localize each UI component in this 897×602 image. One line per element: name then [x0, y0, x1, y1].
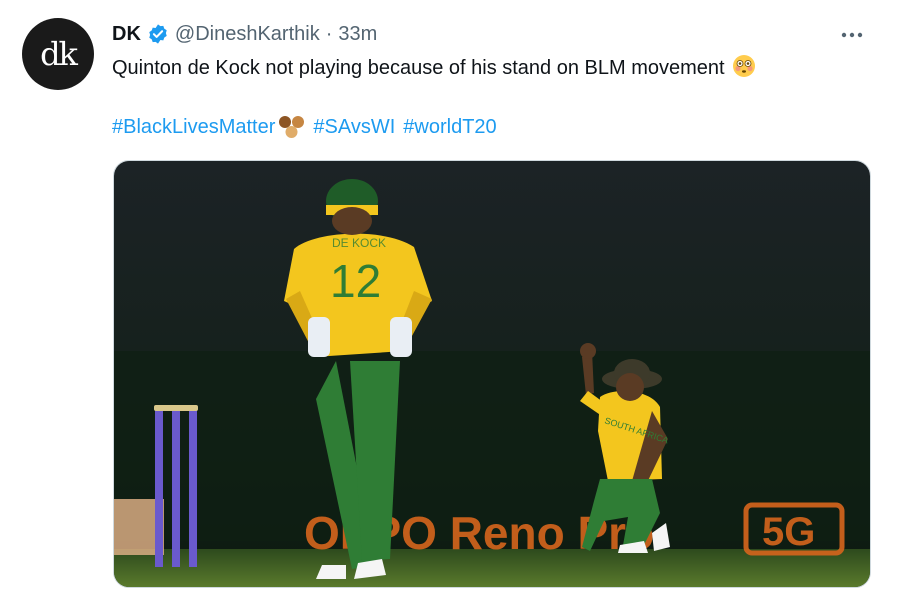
- tweet-photo[interactable]: OPPO Reno Pro 5G DE KOCK 12 SOUTH AFRICA: [113, 160, 871, 588]
- sponsor-5g-text: 5G: [762, 510, 815, 554]
- author-name[interactable]: DK: [112, 23, 141, 46]
- tweet-timestamp[interactable]: 33m: [338, 23, 377, 46]
- hashtag-worldt20[interactable]: #worldT20: [403, 112, 496, 142]
- hashtag-blacklivesmatter[interactable]: #BlackLivesMatter: [112, 112, 275, 142]
- hashtag-row: #BlackLivesMatter #SAvsWI #worldT20: [112, 112, 497, 142]
- hashtag-savswi[interactable]: #SAvsWI: [313, 112, 395, 142]
- tweet-text: Quinton de Kock not playing because of h…: [112, 54, 872, 82]
- author-handle[interactable]: @DineshKarthik: [175, 23, 320, 46]
- raised-fist-emoji: [277, 114, 307, 140]
- tweet-header: DK @DineshKarthik · 33m: [112, 20, 377, 48]
- avatar[interactable]: dk: [22, 18, 94, 90]
- jersey-name-text: DE KOCK: [332, 236, 386, 250]
- more-options-icon[interactable]: [837, 20, 867, 50]
- avatar-logo-text: dk: [40, 35, 78, 73]
- separator-dot: ·: [325, 22, 333, 45]
- verified-badge-icon: [147, 23, 169, 45]
- tweet-body: Quinton de Kock not playing because of h…: [112, 57, 725, 79]
- flushed-face-emoji: [732, 54, 756, 78]
- tweet[interactable]: dk DK @DineshKarthik · 33m Quinton de Ko…: [0, 0, 897, 602]
- jersey-number-text: 12: [330, 255, 381, 307]
- stumps: [154, 405, 198, 567]
